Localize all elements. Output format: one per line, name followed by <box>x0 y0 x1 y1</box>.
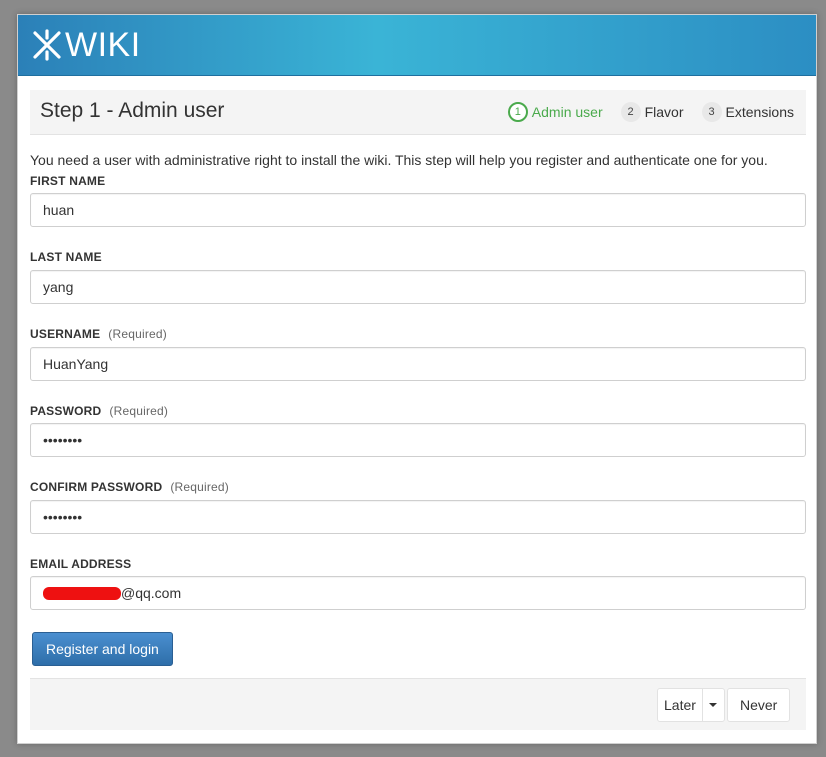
step-header: Step 1 - Admin user 1 Admin user 2 Flavo… <box>30 90 806 135</box>
email-field[interactable]: @qq.com <box>30 576 806 610</box>
later-button[interactable]: Later <box>658 689 702 721</box>
wiki-window: WIKI Step 1 - Admin user 1 Admin user 2 … <box>17 14 817 744</box>
password-label: PASSWORD (Required) <box>30 404 168 418</box>
step-indicator: 1 Admin user 2 Flavor 3 Extensions <box>490 102 794 122</box>
label-text: CONFIRM PASSWORD <box>30 480 163 494</box>
label-text: PASSWORD <box>30 404 102 418</box>
header-banner: WIKI <box>18 15 816 76</box>
step-number: 3 <box>701 102 722 122</box>
required-hint: (Required) <box>170 480 230 494</box>
xwiki-logo[interactable]: WIKI <box>31 28 141 62</box>
label-text: FIRST NAME <box>30 174 106 188</box>
last-name-label: LAST NAME <box>30 250 102 264</box>
email-label: EMAIL ADDRESS <box>30 557 131 571</box>
confirm-password-field[interactable]: •••••••• <box>30 500 806 534</box>
last-name-field[interactable]: yang <box>30 270 806 304</box>
later-button-group: Later <box>657 688 725 722</box>
step-label: Admin user <box>531 104 603 120</box>
confirm-password-label: CONFIRM PASSWORD (Required) <box>30 480 229 494</box>
required-hint: (Required) <box>108 327 167 341</box>
first-name-field[interactable]: huan <box>30 193 806 227</box>
step-label: Flavor <box>644 104 684 120</box>
label-text: USERNAME <box>30 327 101 341</box>
step-extensions: 3 Extensions <box>701 102 794 122</box>
label-text: LAST NAME <box>30 250 102 264</box>
page-title: Step 1 - Admin user <box>40 99 225 122</box>
step-flavor: 2 Flavor <box>620 102 684 122</box>
label-text: EMAIL ADDRESS <box>30 557 132 571</box>
required-hint: (Required) <box>109 404 169 418</box>
later-dropdown-toggle[interactable] <box>701 689 724 721</box>
register-and-login-button[interactable]: Register and login <box>32 632 173 666</box>
password-field[interactable]: •••••••• <box>30 423 806 457</box>
logo-text: WIKI <box>65 26 141 64</box>
step-admin-user: 1 Admin user <box>507 102 603 122</box>
footer-actions: Later Never <box>30 678 806 730</box>
step-number: 2 <box>620 102 641 122</box>
chevron-down-icon <box>709 703 718 707</box>
step-label: Extensions <box>725 104 794 120</box>
first-name-label: FIRST NAME <box>30 174 105 188</box>
username-field[interactable]: HuanYang <box>30 347 806 381</box>
intro-text: You need a user with administrative righ… <box>30 152 768 168</box>
step-number: 1 <box>507 102 528 122</box>
username-label: USERNAME (Required) <box>30 327 167 341</box>
redacted-mark <box>43 587 121 600</box>
xwiki-star-icon <box>33 29 61 61</box>
never-button[interactable]: Never <box>727 688 791 722</box>
email-suffix: @qq.com <box>121 585 182 601</box>
